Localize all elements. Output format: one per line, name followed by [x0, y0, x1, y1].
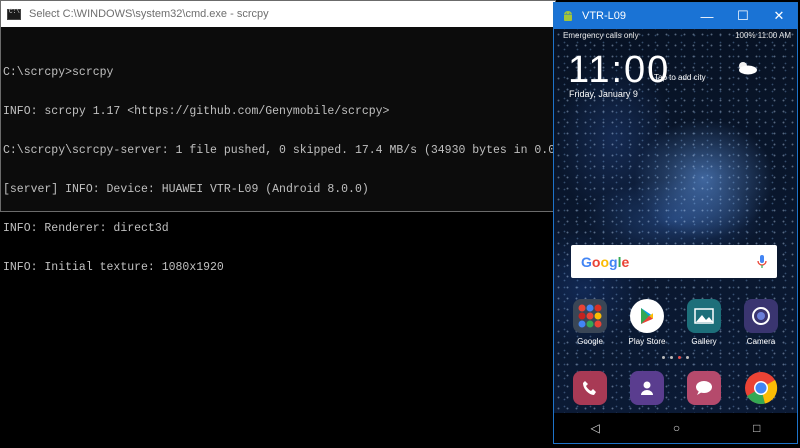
- dock-messages[interactable]: [676, 371, 732, 405]
- app-row: Google Play Store Gallery Camera: [562, 299, 789, 346]
- google-logo: Google: [581, 253, 630, 270]
- minimize-button[interactable]: —: [689, 3, 725, 29]
- date-label: Friday, January 9: [569, 89, 638, 99]
- status-bar: Emergency calls only 100% 11:00 AM: [563, 31, 791, 40]
- app-play-store[interactable]: Play Store: [619, 299, 675, 346]
- recents-button[interactable]: □: [753, 421, 760, 435]
- google-search-bar[interactable]: Google: [571, 245, 777, 278]
- android-icon: [564, 11, 572, 21]
- microphone-icon[interactable]: [755, 254, 769, 270]
- close-button[interactable]: ✕: [761, 3, 797, 29]
- cmd-title: Select C:\WINDOWS\system32\cmd.exe - scr…: [29, 8, 269, 20]
- app-label: Camera: [746, 337, 776, 346]
- messages-icon: [687, 371, 721, 405]
- home-button[interactable]: ○: [673, 421, 680, 435]
- app-google[interactable]: Google: [562, 299, 618, 346]
- cmd-icon: [7, 8, 21, 20]
- dock: [562, 371, 789, 405]
- camera-icon: [744, 299, 778, 333]
- battery-time-status: 100% 11:00 AM: [735, 31, 791, 40]
- console-line: INFO: Renderer: direct3d: [3, 222, 169, 235]
- console-line: INFO: scrcpy 1.17 <https://github.com/Ge…: [3, 105, 390, 118]
- phone-screen[interactable]: Emergency calls only 100% 11:00 AM 11:00…: [554, 29, 797, 443]
- console-line: INFO: Initial texture: 1080x1920: [3, 261, 224, 274]
- play-store-icon: [630, 299, 664, 333]
- add-city-link[interactable]: Tap to add city: [654, 73, 706, 82]
- contacts-icon: [630, 371, 664, 405]
- phone-icon: [573, 371, 607, 405]
- weather-cloud-icon[interactable]: [736, 61, 758, 75]
- app-label: Play Store: [628, 337, 666, 346]
- page-dot: [662, 356, 665, 359]
- console-line: C:\scrcpy>scrcpy: [3, 66, 114, 79]
- cmd-console-output[interactable]: C:\scrcpy>scrcpy INFO: scrcpy 1.17 <http…: [1, 27, 583, 300]
- page-dot-active: [678, 356, 681, 359]
- page-dot: [670, 356, 673, 359]
- phone-title-bar[interactable]: VTR-L09 — ☐ ✕: [554, 3, 797, 29]
- phone-window-title: VTR-L09: [582, 10, 627, 22]
- clock-widget[interactable]: 11:00: [568, 49, 670, 92]
- page-indicator: [662, 356, 689, 359]
- chrome-icon: [744, 371, 778, 405]
- app-label: Gallery: [691, 337, 717, 346]
- nav-bar: ◁ ○ □: [554, 413, 797, 443]
- back-button[interactable]: ◁: [591, 421, 600, 435]
- app-camera[interactable]: Camera: [733, 299, 789, 346]
- google-folder-icon: [573, 299, 607, 333]
- dock-chrome[interactable]: [733, 371, 789, 405]
- cmd-window[interactable]: Select C:\WINDOWS\system32\cmd.exe - scr…: [0, 0, 583, 274]
- console-line: C:\scrcpy\scrcpy-server: 1 file pushed, …: [3, 144, 583, 157]
- maximize-button[interactable]: ☐: [725, 3, 761, 29]
- app-gallery[interactable]: Gallery: [676, 299, 732, 346]
- carrier-status: Emergency calls only: [563, 31, 639, 40]
- app-label: Google: [577, 337, 603, 346]
- dock-phone[interactable]: [562, 371, 618, 405]
- gallery-icon: [687, 299, 721, 333]
- console-line: [server] INFO: Device: HUAWEI VTR-L09 (A…: [3, 183, 369, 196]
- scrcpy-window[interactable]: VTR-L09 — ☐ ✕ Emergency calls only 100% …: [553, 2, 798, 444]
- cmd-title-bar[interactable]: Select C:\WINDOWS\system32\cmd.exe - scr…: [1, 1, 555, 27]
- dock-contacts[interactable]: [619, 371, 675, 405]
- page-dot: [686, 356, 689, 359]
